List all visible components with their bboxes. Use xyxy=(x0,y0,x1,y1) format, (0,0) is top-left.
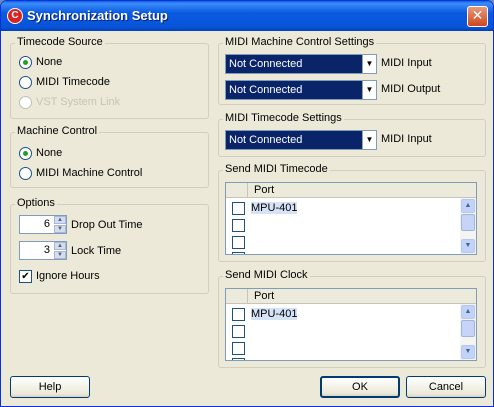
ok-button[interactable]: OK xyxy=(320,376,400,398)
list-item[interactable] xyxy=(226,356,460,360)
radio-label: None xyxy=(36,147,63,159)
group-title-mtc-settings: MIDI Timecode Settings xyxy=(223,112,344,124)
radio-button-checked[interactable] xyxy=(19,147,32,160)
scroll-thumb[interactable] xyxy=(461,320,475,337)
spin-up-icon[interactable]: ▲ xyxy=(54,242,66,250)
scroll-thumb[interactable] xyxy=(461,214,475,231)
ignore-hours-checkbox[interactable]: ✔ xyxy=(19,270,32,283)
radio-button[interactable] xyxy=(19,76,32,89)
radio-button-checked[interactable] xyxy=(19,56,32,69)
spinner-buttons[interactable]: ▲ ▼ xyxy=(54,216,66,233)
radio-label-disabled: VST System Link xyxy=(36,96,121,108)
group-title-send-mtc: Send MIDI Timecode xyxy=(223,163,330,175)
list-header-check-column xyxy=(226,183,248,198)
list-header: Port xyxy=(226,183,476,198)
scroll-down-icon[interactable]: ▼ xyxy=(461,345,475,359)
timecode-source-group: Timecode Source None MIDI Timecode VST S… xyxy=(10,36,209,119)
close-button[interactable]: ✕ xyxy=(467,6,488,27)
scroll-up-icon[interactable]: ▲ xyxy=(461,305,475,319)
radio-button-disabled xyxy=(19,96,32,109)
port-checkbox[interactable] xyxy=(232,308,245,321)
spin-up-icon[interactable]: ▲ xyxy=(54,216,66,224)
port-checkbox[interactable] xyxy=(232,358,245,360)
machine-control-group: Machine Control None MIDI Machine Contro… xyxy=(10,125,209,188)
group-title-options: Options xyxy=(15,197,57,209)
list-item[interactable] xyxy=(226,340,460,357)
send-clock-group: Send MIDI Clock Port MPU-401 ▲ ▼ xyxy=(218,269,486,368)
group-title-mmc-settings: MIDI Machine Control Settings xyxy=(223,36,377,48)
group-title-machine-control: Machine Control xyxy=(15,125,100,137)
chevron-down-icon[interactable]: ▼ xyxy=(362,81,376,99)
port-checkbox[interactable] xyxy=(232,342,245,355)
mmc-midi-output-dropdown[interactable]: Not Connected ▼ xyxy=(225,80,377,100)
chevron-down-icon[interactable]: ▼ xyxy=(362,55,376,73)
spinner-buttons[interactable]: ▲ ▼ xyxy=(54,242,66,259)
dropdown-value: Not Connected xyxy=(229,58,303,70)
list-item[interactable] xyxy=(226,250,460,254)
list-item[interactable] xyxy=(226,234,460,251)
spin-down-icon[interactable]: ▼ xyxy=(54,225,66,233)
mtc-settings-group: MIDI Timecode Settings Not Connected ▼ M… xyxy=(218,112,486,157)
port-checkbox[interactable] xyxy=(232,202,245,215)
cancel-button[interactable]: Cancel xyxy=(406,376,486,398)
title-bar[interactable]: C Synchronization Setup ✕ xyxy=(1,1,493,31)
sync-setup-window: C Synchronization Setup ✕ Timecode Sourc… xyxy=(0,0,494,407)
window-title: Synchronization Setup xyxy=(27,8,168,23)
help-button[interactable]: Help xyxy=(10,376,90,398)
port-checkbox[interactable] xyxy=(232,219,245,232)
group-title-timecode-source: Timecode Source xyxy=(15,36,105,48)
radio-label: MIDI Machine Control xyxy=(36,167,143,179)
group-title-send-clock: Send MIDI Clock xyxy=(223,269,310,281)
send-mtc-group: Send MIDI Timecode Port MPU-401 ▲ ▼ xyxy=(218,163,486,262)
ignore-hours-label: Ignore Hours xyxy=(36,270,100,282)
options-group: Options 6 ▲ ▼ Drop Out Time 3 ▲ ▼ Lock T… xyxy=(10,197,209,294)
mtc-midi-input-label: MIDI Input xyxy=(381,133,432,145)
send-mtc-port-list[interactable]: Port MPU-401 ▲ ▼ xyxy=(225,182,477,255)
vertical-scrollbar[interactable]: ▲ ▼ xyxy=(460,304,476,360)
port-name: MPU-401 xyxy=(251,308,298,320)
list-item[interactable] xyxy=(226,217,460,234)
send-clock-port-list[interactable]: Port MPU-401 ▲ ▼ xyxy=(225,288,477,361)
port-column-header[interactable]: Port xyxy=(254,184,274,196)
port-name: MPU-401 xyxy=(251,202,298,214)
port-checkbox[interactable] xyxy=(232,252,245,254)
port-checkbox[interactable] xyxy=(232,325,245,338)
mmc-midi-input-dropdown[interactable]: Not Connected ▼ xyxy=(225,54,377,74)
mtc-midi-input-dropdown[interactable]: Not Connected ▼ xyxy=(225,130,377,150)
drop-out-time-label: Drop Out Time xyxy=(71,219,143,231)
scroll-up-icon[interactable]: ▲ xyxy=(461,199,475,213)
radio-label: None xyxy=(36,56,63,68)
lock-time-label: Lock Time xyxy=(71,245,122,257)
list-header: Port xyxy=(226,289,476,304)
list-header-check-column xyxy=(226,289,248,304)
port-checkbox[interactable] xyxy=(232,236,245,249)
mmc-midi-input-label: MIDI Input xyxy=(381,57,432,69)
cubase-app-icon: C xyxy=(7,8,23,24)
mmc-midi-output-label: MIDI Output xyxy=(381,83,441,95)
dropdown-value: Not Connected xyxy=(229,134,303,146)
port-column-header[interactable]: Port xyxy=(254,290,274,302)
spin-down-icon[interactable]: ▼ xyxy=(54,251,66,259)
vertical-scrollbar[interactable]: ▲ ▼ xyxy=(460,198,476,254)
scroll-down-icon[interactable]: ▼ xyxy=(461,239,475,253)
radio-button[interactable] xyxy=(19,167,32,180)
lock-time-spinner[interactable]: 3 ▲ ▼ xyxy=(19,241,67,260)
radio-label: MIDI Timecode xyxy=(36,76,110,88)
list-item[interactable]: MPU-401 xyxy=(226,306,460,323)
list-item[interactable] xyxy=(226,323,460,340)
dropdown-value: Not Connected xyxy=(229,84,303,96)
lock-time-value[interactable]: 3 xyxy=(44,244,50,256)
list-item[interactable]: MPU-401 xyxy=(226,200,460,217)
drop-out-time-spinner[interactable]: 6 ▲ ▼ xyxy=(19,215,67,234)
drop-out-time-value[interactable]: 6 xyxy=(44,218,50,230)
mmc-settings-group: MIDI Machine Control Settings Not Connec… xyxy=(218,36,486,105)
chevron-down-icon[interactable]: ▼ xyxy=(362,131,376,149)
